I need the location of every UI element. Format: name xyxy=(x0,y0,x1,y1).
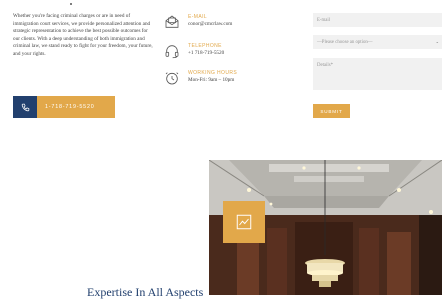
intro-paragraph: Whether you're facing criminal charges o… xyxy=(13,13,153,57)
call-button-label: 1-718-719-5520 xyxy=(45,104,95,110)
phone-label: TELEPHONE xyxy=(188,43,222,49)
email-value[interactable]: conor@cmcrlaw.com xyxy=(188,21,232,28)
call-button[interactable]: 1-718-719-5520 xyxy=(13,96,115,118)
decor-dot xyxy=(70,3,72,5)
email-field[interactable]: E-mail xyxy=(313,13,442,27)
contact-hours: WORKING HOURS Mon-Fri: 9am – 10pm xyxy=(164,70,284,86)
hours-label: WORKING HOURS xyxy=(188,70,238,76)
contact-email: E-MAIL conor@cmcrlaw.com xyxy=(164,14,284,30)
phone-icon xyxy=(13,96,37,118)
option-select[interactable]: —Please choose an option— ⌄ xyxy=(313,35,442,49)
chevron-down-icon: ⌄ xyxy=(435,39,439,44)
email-icon xyxy=(164,14,180,30)
details-field[interactable]: Details* xyxy=(313,58,442,90)
phone-value[interactable]: +1 718-719-5520 xyxy=(188,50,224,57)
chart-icon xyxy=(236,214,252,230)
email-label: E-MAIL xyxy=(188,14,208,20)
contact-phone: TELEPHONE +1 718-719-5520 xyxy=(164,43,284,59)
chart-badge xyxy=(223,201,265,243)
headset-icon xyxy=(164,43,180,59)
option-select-value: —Please choose an option— xyxy=(317,40,373,45)
section-heading: Expertise In All Aspects xyxy=(87,285,204,299)
clock-icon xyxy=(164,70,180,86)
submit-button[interactable]: SUBMIT xyxy=(313,104,350,118)
hours-value: Mon-Fri: 9am – 10pm xyxy=(188,77,235,83)
